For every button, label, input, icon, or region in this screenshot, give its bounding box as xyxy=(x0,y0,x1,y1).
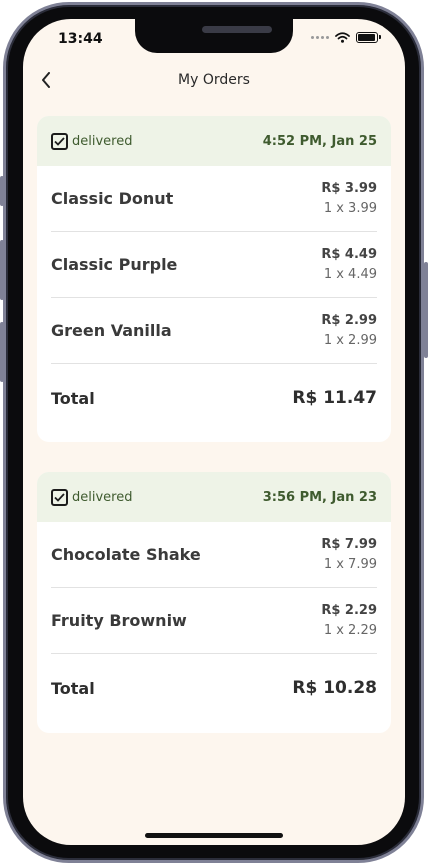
page-title: My Orders xyxy=(178,72,250,88)
wifi-icon xyxy=(335,32,350,43)
total-value: R$ 11.47 xyxy=(292,388,377,408)
item-prices: R$ 3.99 1 x 3.99 xyxy=(321,179,377,219)
item-prices: R$ 2.29 1 x 2.29 xyxy=(321,601,377,641)
item-name: Fruity Browniw xyxy=(51,611,187,630)
power-button xyxy=(424,262,428,358)
volume-up-button xyxy=(0,240,4,300)
status-label: delivered xyxy=(72,133,133,149)
order-item-row: Chocolate Shake R$ 7.99 1 x 7.99 xyxy=(51,522,377,588)
item-name: Classic Donut xyxy=(51,189,174,208)
item-quantity: 1 x 7.99 xyxy=(323,556,377,572)
order-header: delivered 4:52 PM, Jan 25 xyxy=(37,116,391,166)
order-status: delivered xyxy=(51,488,133,506)
order-card[interactable]: delivered 4:52 PM, Jan 25 Classic Donut … xyxy=(37,116,391,442)
order-time: 4:52 PM, Jan 25 xyxy=(262,133,377,149)
app-screen: 13:44 My Orders delivered 4:52 PM, Jan 2… xyxy=(23,19,405,845)
status-time: 13:44 xyxy=(58,31,103,47)
item-price: R$ 3.99 xyxy=(321,180,377,196)
item-price: R$ 2.99 xyxy=(321,312,377,328)
item-quantity: 1 x 3.99 xyxy=(323,200,377,216)
item-price: R$ 2.29 xyxy=(321,602,377,618)
order-total-row: Total R$ 10.28 xyxy=(51,654,377,722)
notch xyxy=(135,19,293,53)
speaker xyxy=(202,26,272,33)
item-name: Green Vanilla xyxy=(51,321,172,340)
checkbox-checked-icon xyxy=(51,488,68,506)
signal-icon xyxy=(311,36,329,39)
total-label: Total xyxy=(51,678,95,698)
order-total-row: Total R$ 11.47 xyxy=(51,364,377,432)
checkbox-checked-icon xyxy=(51,132,68,150)
item-quantity: 1 x 2.29 xyxy=(323,622,377,638)
item-quantity: 1 x 2.99 xyxy=(323,332,377,348)
status-label: delivered xyxy=(72,489,133,505)
item-name: Chocolate Shake xyxy=(51,545,201,564)
item-prices: R$ 4.49 1 x 4.49 xyxy=(321,245,377,285)
order-time: 3:56 PM, Jan 23 xyxy=(262,489,377,505)
mute-switch xyxy=(0,176,4,206)
total-label: Total xyxy=(51,388,95,408)
item-price: R$ 4.49 xyxy=(321,246,377,262)
order-item-row: Fruity Browniw R$ 2.29 1 x 2.29 xyxy=(51,588,377,654)
status-icons xyxy=(311,32,381,43)
total-value: R$ 10.28 xyxy=(292,678,377,698)
order-item-row: Classic Purple R$ 4.49 1 x 4.49 xyxy=(51,232,377,298)
battery-icon xyxy=(356,32,381,43)
item-name: Classic Purple xyxy=(51,255,178,274)
volume-down-button xyxy=(0,322,4,382)
home-indicator[interactable] xyxy=(145,833,283,838)
item-prices: R$ 2.99 1 x 2.99 xyxy=(321,311,377,351)
order-card[interactable]: delivered 3:56 PM, Jan 23 Chocolate Shak… xyxy=(37,472,391,733)
item-prices: R$ 7.99 1 x 7.99 xyxy=(321,535,377,575)
order-status: delivered xyxy=(51,132,133,150)
item-price: R$ 7.99 xyxy=(321,536,377,552)
item-quantity: 1 x 4.49 xyxy=(323,266,377,282)
order-item-row: Green Vanilla R$ 2.99 1 x 2.99 xyxy=(51,298,377,364)
order-item-row: Classic Donut R$ 3.99 1 x 3.99 xyxy=(51,166,377,232)
order-header: delivered 3:56 PM, Jan 23 xyxy=(37,472,391,522)
